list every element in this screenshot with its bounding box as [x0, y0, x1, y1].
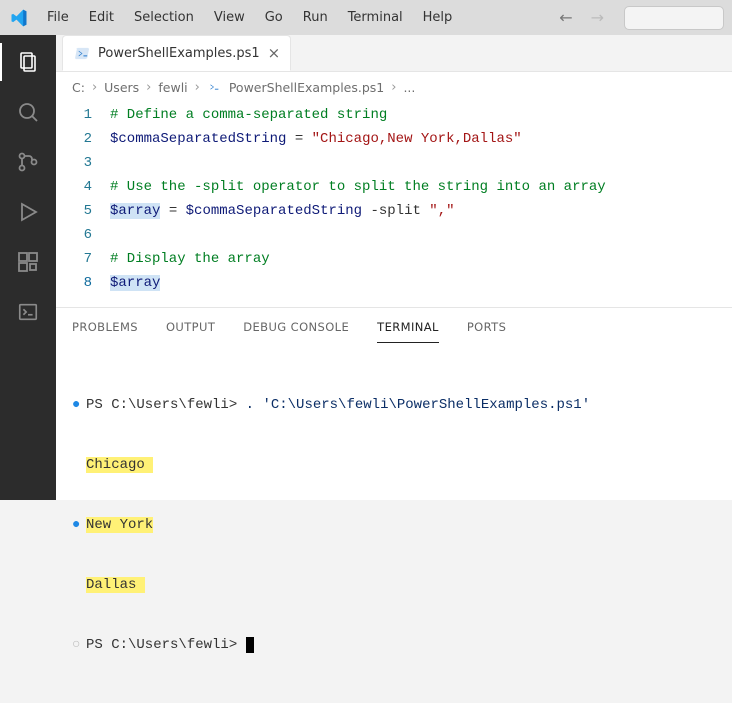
line-number: 4 [56, 175, 110, 199]
line-number: 1 [56, 103, 110, 127]
code-comment: # Display the array [110, 251, 270, 267]
breadcrumb-file[interactable]: PowerShellExamples.ps1 [229, 80, 384, 95]
nav-back-icon[interactable]: ← [555, 6, 576, 29]
menu-run[interactable]: Run [294, 6, 337, 29]
panel-tab-output[interactable]: OUTPUT [166, 316, 215, 343]
breadcrumb-more[interactable]: ... [403, 80, 415, 95]
panel-tab-terminal[interactable]: TERMINAL [377, 316, 439, 343]
terminal-prompt: PS C:\Users\fewli> [86, 637, 246, 653]
chevron-right-icon: › [92, 80, 97, 95]
code-variable: $commaSeparatedString [186, 203, 362, 219]
code-variable: $array [110, 275, 160, 291]
line-number: 2 [56, 127, 110, 151]
powershell-file-icon [207, 80, 222, 95]
command-center-input[interactable] [624, 6, 724, 30]
menu-terminal[interactable]: Terminal [339, 6, 412, 29]
editor-tabs: PowerShellExamples.ps1 × [56, 35, 732, 72]
run-debug-icon[interactable] [15, 199, 41, 225]
nav-forward-icon: → [587, 6, 608, 29]
terminal-bullet-hollow-icon: ○ [72, 635, 86, 655]
line-number: 8 [56, 271, 110, 295]
terminal-output: Dallas [86, 577, 145, 593]
menu-file[interactable]: File [38, 6, 78, 29]
panel-tab-ports[interactable]: PORTS [467, 316, 506, 343]
code-variable: $commaSeparatedString [110, 131, 286, 147]
explorer-icon[interactable] [15, 49, 41, 75]
terminal-command: . 'C:\Users\fewli\PowerShellExamples.ps1… [246, 397, 590, 413]
menu-edit[interactable]: Edit [80, 6, 123, 29]
line-number: 6 [56, 223, 110, 247]
activity-bar [0, 35, 56, 500]
terminal-bullet-icon: ● [72, 395, 86, 415]
terminal-cursor [246, 637, 254, 653]
menu-view[interactable]: View [205, 6, 254, 29]
breadcrumb[interactable]: C: › Users › fewli › PowerShellExamples.… [56, 72, 732, 99]
extensions-icon[interactable] [15, 249, 41, 275]
terminal-content[interactable]: ●PS C:\Users\fewli> . 'C:\Users\fewli\Po… [56, 343, 732, 703]
panel-tabs: PROBLEMS OUTPUT DEBUG CONSOLE TERMINAL P… [56, 308, 732, 343]
breadcrumb-users[interactable]: Users [104, 80, 139, 95]
bottom-panel: PROBLEMS OUTPUT DEBUG CONSOLE TERMINAL P… [56, 307, 732, 703]
menu-go[interactable]: Go [256, 6, 292, 29]
line-number: 7 [56, 247, 110, 271]
terminal-output: Chicago [86, 457, 153, 473]
breadcrumb-user[interactable]: fewli [158, 80, 187, 95]
chevron-right-icon: › [146, 80, 151, 95]
code-string: "," [429, 203, 454, 219]
powershell-file-icon [75, 46, 90, 61]
chevron-right-icon: › [391, 80, 396, 95]
tab-title: PowerShellExamples.ps1 [98, 46, 260, 61]
menu-selection[interactable]: Selection [125, 6, 203, 29]
menu-help[interactable]: Help [414, 6, 462, 29]
code-comment: # Use the -split operator to split the s… [110, 179, 606, 195]
close-tab-icon[interactable]: × [268, 44, 281, 62]
terminal-output: New York [86, 517, 153, 533]
breadcrumb-c[interactable]: C: [72, 80, 85, 95]
code-editor[interactable]: 1# Define a comma-separated string 2$com… [56, 99, 732, 307]
line-number: 3 [56, 151, 110, 175]
code-variable: $array [110, 203, 160, 219]
vscode-logo-icon [8, 7, 30, 29]
chevron-right-icon: › [195, 80, 200, 95]
line-number: 5 [56, 199, 110, 223]
terminal-bullet-icon: ● [72, 515, 86, 535]
code-string: "Chicago,New York,Dallas" [312, 131, 522, 147]
tab-powershellexamples[interactable]: PowerShellExamples.ps1 × [62, 35, 291, 71]
panel-tab-debug-console[interactable]: DEBUG CONSOLE [243, 316, 349, 343]
terminal-panel-icon[interactable] [15, 299, 41, 325]
title-bar: File Edit Selection View Go Run Terminal… [0, 0, 732, 35]
panel-tab-problems[interactable]: PROBLEMS [72, 316, 138, 343]
source-control-icon[interactable] [15, 149, 41, 175]
search-icon[interactable] [15, 99, 41, 125]
terminal-prompt: PS C:\Users\fewli> [86, 397, 246, 413]
code-comment: # Define a comma-separated string [110, 107, 387, 123]
